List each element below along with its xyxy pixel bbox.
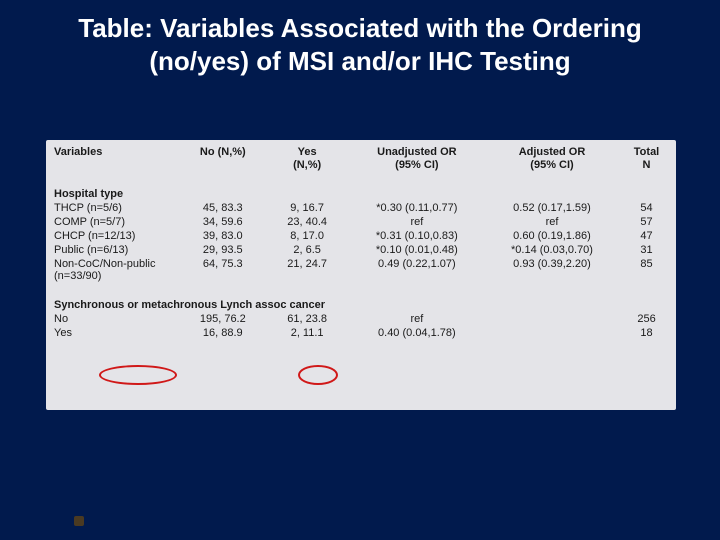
- col-unadj: Unadjusted OR(95% CI): [347, 140, 487, 178]
- cell-yes: 2, 11.1: [268, 326, 347, 340]
- cell-yes: 61, 23.8: [268, 312, 347, 326]
- table-row: THCP (n=5/6) 45, 83.3 9, 16.7 *0.30 (0.1…: [46, 201, 676, 215]
- cell-no: 195, 76.2: [178, 312, 267, 326]
- table-row: COMP (n=5/7) 34, 59.6 23, 40.4 ref ref 5…: [46, 215, 676, 229]
- section-hospital-type: Hospital type: [46, 178, 676, 201]
- section-lynch: Synchronous or metachronous Lynch assoc …: [46, 283, 676, 312]
- cell-unadj: *0.30 (0.11,0.77): [347, 201, 487, 215]
- cell-yes: 21, 24.7: [268, 257, 347, 283]
- cell-adj: [487, 312, 617, 326]
- cell-adj: 0.60 (0.19,1.86): [487, 229, 617, 243]
- cell-unadj: 0.40 (0.04,1.78): [347, 326, 487, 340]
- cell-total: 256: [617, 312, 676, 326]
- table-header-row: Variables No (N,%) Yes(N,%) Unadjusted O…: [46, 140, 676, 178]
- cell-unadj: ref: [347, 215, 487, 229]
- cell-no: 16, 88.9: [178, 326, 267, 340]
- col-yes: Yes(N,%): [268, 140, 347, 178]
- col-variables: Variables: [46, 140, 178, 178]
- cell-no: 45, 83.3: [178, 201, 267, 215]
- cell-total: 57: [617, 215, 676, 229]
- cell-yes: 23, 40.4: [268, 215, 347, 229]
- table-panel: Variables No (N,%) Yes(N,%) Unadjusted O…: [46, 140, 676, 410]
- table-row: Yes 16, 88.9 2, 11.1 0.40 (0.04,1.78) 18: [46, 326, 676, 340]
- cell-total: 31: [617, 243, 676, 257]
- cell-var: No: [46, 312, 178, 326]
- col-total: TotalN: [617, 140, 676, 178]
- cell-yes: 9, 16.7: [268, 201, 347, 215]
- slide-title: Table: Variables Associated with the Ord…: [0, 0, 720, 91]
- cell-adj: 0.93 (0.39,2.20): [487, 257, 617, 283]
- table-row: Public (n=6/13) 29, 93.5 2, 6.5 *0.10 (0…: [46, 243, 676, 257]
- cell-var: THCP (n=5/6): [46, 201, 178, 215]
- cell-var: Yes: [46, 326, 178, 340]
- cell-var: Non-CoC/Non-public (n=33/90): [46, 257, 178, 283]
- cell-unadj: ref: [347, 312, 487, 326]
- data-table: Variables No (N,%) Yes(N,%) Unadjusted O…: [46, 140, 676, 340]
- cell-var: COMP (n=5/7): [46, 215, 178, 229]
- cell-total: 54: [617, 201, 676, 215]
- cell-no: 29, 93.5: [178, 243, 267, 257]
- cell-adj: 0.52 (0.17,1.59): [487, 201, 617, 215]
- highlight-ring-public: [99, 365, 177, 385]
- footer-marker-icon: [74, 516, 84, 526]
- cell-no: 34, 59.6: [178, 215, 267, 229]
- cell-yes: 2, 6.5: [268, 243, 347, 257]
- cell-no: 64, 75.3: [178, 257, 267, 283]
- cell-adj: [487, 326, 617, 340]
- highlight-ring-yes-value: [298, 365, 338, 385]
- cell-unadj: 0.49 (0.22,1.07): [347, 257, 487, 283]
- col-no: No (N,%): [178, 140, 267, 178]
- col-adj: Adjusted OR(95% CI): [487, 140, 617, 178]
- cell-total: 85: [617, 257, 676, 283]
- cell-yes: 8, 17.0: [268, 229, 347, 243]
- table-row: CHCP (n=12/13) 39, 83.0 8, 17.0 *0.31 (0…: [46, 229, 676, 243]
- cell-total: 47: [617, 229, 676, 243]
- cell-var: CHCP (n=12/13): [46, 229, 178, 243]
- cell-total: 18: [617, 326, 676, 340]
- cell-adj: *0.14 (0.03,0.70): [487, 243, 617, 257]
- table-row: Non-CoC/Non-public (n=33/90) 64, 75.3 21…: [46, 257, 676, 283]
- cell-unadj: *0.31 (0.10,0.83): [347, 229, 487, 243]
- cell-unadj: *0.10 (0.01,0.48): [347, 243, 487, 257]
- table-row: No 195, 76.2 61, 23.8 ref 256: [46, 312, 676, 326]
- cell-var: Public (n=6/13): [46, 243, 178, 257]
- cell-no: 39, 83.0: [178, 229, 267, 243]
- cell-adj: ref: [487, 215, 617, 229]
